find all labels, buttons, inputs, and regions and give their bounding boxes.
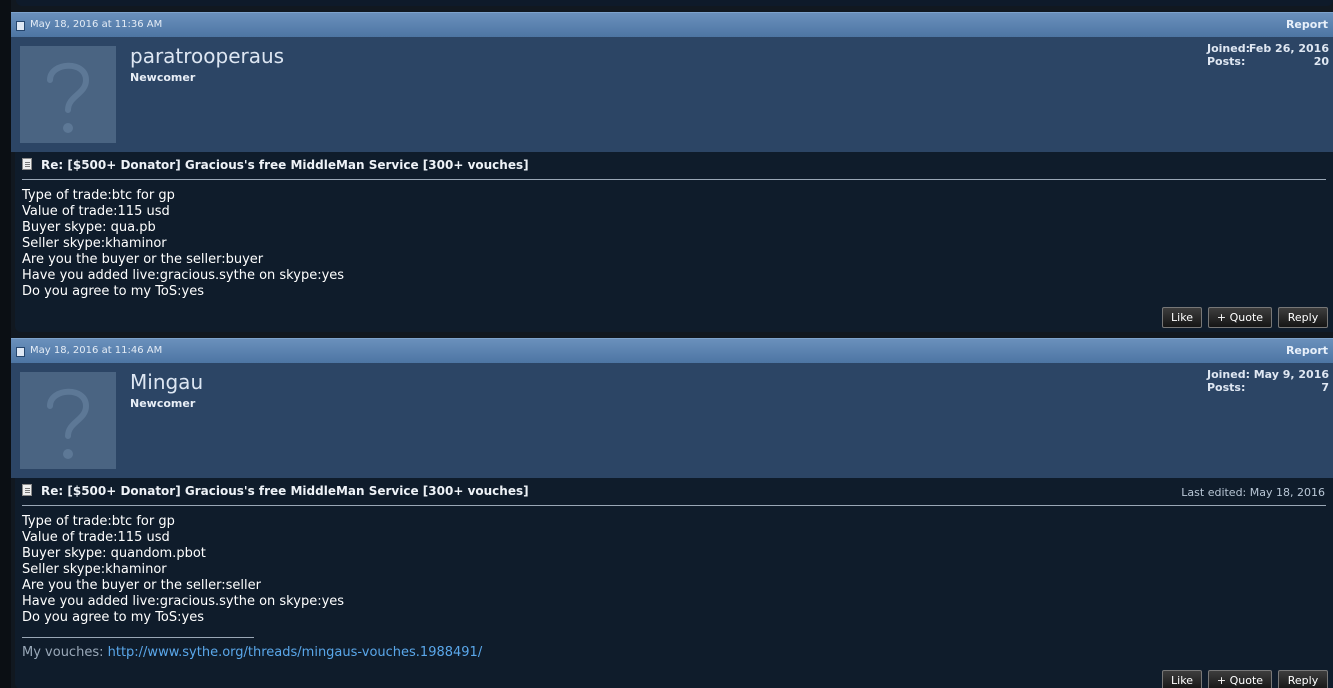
post-title-icon: [22, 158, 32, 170]
user-info-bar: Mingau Newcomer Joined: May 9, 2016 Post…: [11, 363, 1333, 478]
permalink-icon[interactable]: [16, 21, 25, 31]
post-body: Re: [$500+ Donator] Gracious's free Midd…: [15, 152, 1333, 332]
post: May 18, 2016 at 11:36 AM Report paratroo…: [11, 12, 1333, 332]
user-stats: Joined: May 9, 2016 Posts: 7: [1207, 368, 1329, 394]
joined-label: Joined:: [1207, 368, 1250, 381]
posts-label: Posts:: [1207, 381, 1246, 394]
post-date: May 18, 2016 at 11:36 AM: [30, 19, 163, 30]
post: May 18, 2016 at 11:46 AM Report Mingau N…: [11, 338, 1333, 688]
signature-label: My vouches:: [22, 645, 104, 660]
post-title: Re: [$500+ Donator] Gracious's free Midd…: [41, 158, 529, 172]
post-header: May 18, 2016 at 11:46 AM Report: [11, 338, 1333, 363]
message-line: Buyer skype: quandom.pbot: [22, 546, 206, 561]
username-link[interactable]: paratrooperaus: [130, 44, 284, 68]
permalink-icon[interactable]: [16, 347, 25, 357]
user-title: Newcomer: [130, 71, 196, 84]
left-margin: [0, 0, 11, 688]
message-line: Are you the buyer or the seller:buyer: [22, 252, 264, 267]
message-line: Do you agree to my ToS:yes: [22, 284, 204, 299]
username-link[interactable]: Mingau: [130, 370, 203, 394]
post-title: Re: [$500+ Donator] Gracious's free Midd…: [41, 484, 529, 498]
user-info-bar: paratrooperaus Newcomer Joined: Feb 26, …: [11, 37, 1333, 152]
joined-value: May 9, 2016: [1253, 368, 1329, 381]
avatar[interactable]: [20, 46, 116, 143]
message-line: Type of trade:btc for gp: [22, 188, 175, 203]
message-line: Value of trade:115 usd: [22, 530, 170, 545]
user-stats: Joined: Feb 26, 2016 Posts: 20: [1207, 42, 1329, 68]
message-line: Type of trade:btc for gp: [22, 514, 175, 529]
quote-button[interactable]: + Quote: [1208, 307, 1272, 328]
previous-post-bottom: [16, 0, 1333, 6]
default-avatar-icon: [47, 388, 90, 459]
thread-page: May 18, 2016 at 11:36 AM Report paratroo…: [0, 0, 1333, 688]
message-line: Value of trade:115 usd: [22, 204, 170, 219]
message-line: Have you added live:gracious.sythe on sk…: [22, 594, 345, 609]
post-actions: Like + Quote Reply: [1162, 307, 1328, 328]
posts-count[interactable]: 20: [1314, 55, 1329, 68]
message-line: Have you added live:gracious.sythe on sk…: [22, 268, 345, 283]
reply-button[interactable]: Reply: [1278, 670, 1328, 688]
joined-label: Joined:: [1207, 42, 1250, 55]
reply-button[interactable]: Reply: [1278, 307, 1328, 328]
post-message: Type of trade:btc for gp Value of trade:…: [22, 188, 344, 300]
message-line: Seller skype:khaminor: [22, 236, 167, 251]
signature: My vouches: http://www.sythe.org/threads…: [22, 645, 482, 661]
posts-label: Posts:: [1207, 55, 1246, 68]
posts-count[interactable]: 7: [1321, 381, 1329, 394]
post-title-icon: [22, 484, 32, 496]
message-line: Buyer skype: qua.pb: [22, 220, 156, 235]
post-message: Type of trade:btc for gp Value of trade:…: [22, 514, 482, 661]
quote-button[interactable]: + Quote: [1208, 670, 1272, 688]
post-actions: Like + Quote Reply: [1162, 670, 1328, 688]
post-header: May 18, 2016 at 11:36 AM Report: [11, 12, 1333, 37]
title-divider: [22, 179, 1326, 180]
signature-divider: [22, 637, 254, 638]
like-button[interactable]: Like: [1162, 670, 1202, 688]
post-body: Re: [$500+ Donator] Gracious's free Midd…: [15, 478, 1333, 688]
report-link[interactable]: Report: [1286, 18, 1328, 31]
default-avatar-icon: [47, 62, 90, 133]
last-edited: Last edited: May 18, 2016: [1181, 486, 1325, 499]
post-date: May 18, 2016 at 11:46 AM: [30, 345, 163, 356]
report-link[interactable]: Report: [1286, 344, 1328, 357]
joined-value: Feb 26, 2016: [1248, 42, 1329, 55]
message-line: Seller skype:khaminor: [22, 562, 167, 577]
like-button[interactable]: Like: [1162, 307, 1202, 328]
avatar[interactable]: [20, 372, 116, 469]
message-line: Are you the buyer or the seller:seller: [22, 578, 261, 593]
title-divider: [22, 505, 1326, 506]
user-title: Newcomer: [130, 397, 196, 410]
message-line: Do you agree to my ToS:yes: [22, 610, 204, 625]
signature-link[interactable]: http://www.sythe.org/threads/mingaus-vou…: [108, 645, 483, 660]
